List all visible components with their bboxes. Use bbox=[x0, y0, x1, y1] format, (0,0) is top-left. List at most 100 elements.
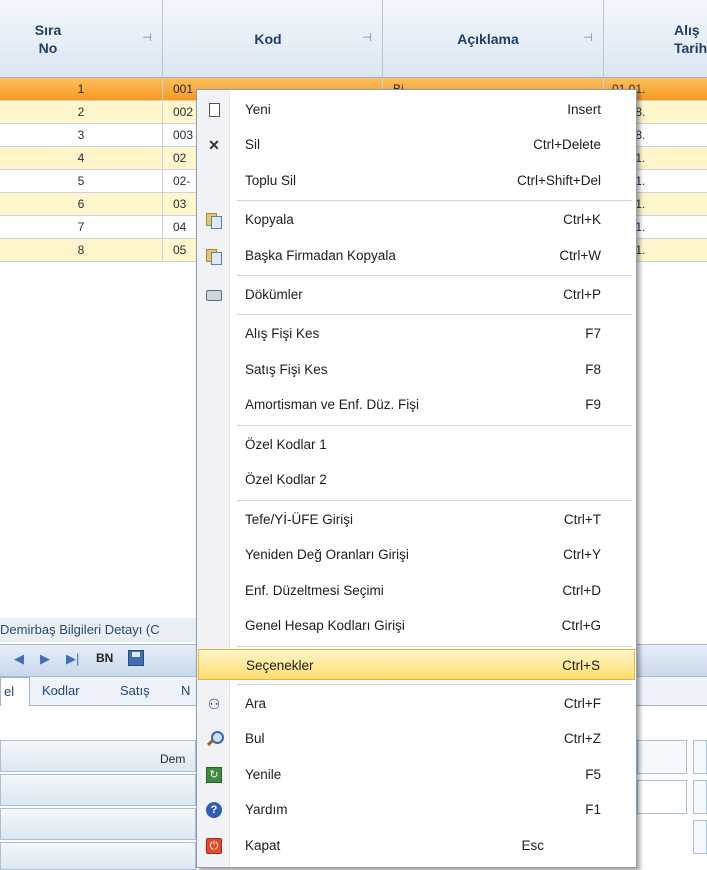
column-label: Kod bbox=[254, 30, 282, 47]
menu-item-label: Enf. Düzeltmesi Seçimi bbox=[245, 583, 384, 598]
cell-sira-no: 3 bbox=[0, 124, 163, 146]
menu-item-yeni[interactable]: Yeni Insert bbox=[199, 94, 634, 125]
cell-sira-no: 5 bbox=[0, 170, 163, 192]
menu-item-ara[interactable]: ⚇ Ara Ctrl+F bbox=[199, 688, 634, 719]
menu-item-shortcut: Ctrl+T bbox=[563, 512, 601, 527]
detail-field[interactable] bbox=[693, 740, 707, 774]
close-icon: ⏻ bbox=[205, 837, 223, 855]
pin-icon[interactable]: ⊣ bbox=[583, 31, 593, 44]
menu-item-satis-fisi-kes[interactable]: Satış Fişi Kes F8 bbox=[199, 354, 634, 385]
menu-item-shortcut: Ctrl+W bbox=[559, 248, 601, 263]
bn-button[interactable]: BN bbox=[96, 651, 113, 665]
menu-item-shortcut: Ctrl+Z bbox=[563, 731, 601, 746]
printer-icon bbox=[205, 286, 223, 304]
copy-icon bbox=[205, 211, 223, 229]
menu-separator bbox=[237, 200, 632, 201]
cell-sira-no: 6 bbox=[0, 193, 163, 215]
menu-item-label: Sil bbox=[245, 137, 261, 152]
previous-record-icon[interactable]: ◀ bbox=[14, 651, 24, 667]
menu-item-shortcut: Insert bbox=[567, 102, 601, 117]
help-icon: ? bbox=[205, 801, 223, 819]
cell-sira-no: 7 bbox=[0, 216, 163, 238]
copy-icon bbox=[205, 247, 223, 265]
tab-genel[interactable]: el bbox=[0, 677, 30, 706]
menu-item-kapat[interactable]: ⏻ Kapat Esc bbox=[199, 830, 634, 861]
column-label: Açıklama bbox=[457, 30, 519, 47]
menu-item-label: Seçenekler bbox=[246, 658, 314, 673]
menu-item-label: Toplu Sil bbox=[245, 173, 297, 188]
menu-item-shortcut: Ctrl+D bbox=[562, 583, 601, 598]
column-label: Alış Tarih bbox=[674, 21, 707, 56]
detail-panel-title: Demirbaş Bilgileri Detayı (C bbox=[0, 618, 210, 642]
menu-item-label: Özel Kodlar 2 bbox=[245, 472, 327, 487]
menu-item-genel-hesap-kodlari[interactable]: Genel Hesap Kodları Girişi Ctrl+G bbox=[199, 610, 634, 641]
menu-item-label: Bul bbox=[245, 731, 265, 746]
column-header-sira-no[interactable]: Sıra No ⊣ bbox=[0, 0, 163, 77]
menu-item-tefe-ufe-girisi[interactable]: Tefe/Yİ-ÜFE Girişi Ctrl+T bbox=[199, 504, 634, 535]
tab-kodlar[interactable]: Kodlar bbox=[42, 677, 80, 705]
column-header-aciklama[interactable]: Açıklama ⊣ bbox=[383, 0, 604, 77]
new-document-icon bbox=[205, 101, 223, 119]
last-record-icon[interactable]: ▶| bbox=[66, 651, 79, 667]
detail-table-row[interactable] bbox=[0, 808, 196, 840]
menu-item-sil[interactable]: ✕ Sil Ctrl+Delete bbox=[199, 129, 634, 160]
column-header-alis-tarihi[interactable]: Alış Tarih bbox=[604, 0, 707, 77]
save-icon[interactable] bbox=[128, 650, 144, 666]
menu-item-baska-firmadan-kopyala[interactable]: Başka Firmadan Kopyala Ctrl+W bbox=[199, 240, 634, 271]
menu-item-label: Amortisman ve Enf. Düz. Fişi bbox=[245, 397, 420, 412]
menu-item-label: Dökümler bbox=[245, 287, 303, 302]
menu-separator bbox=[237, 314, 632, 315]
next-record-icon[interactable]: ▶ bbox=[40, 651, 50, 667]
menu-item-label: Kopyala bbox=[245, 212, 294, 227]
menu-separator bbox=[237, 684, 632, 685]
pin-icon[interactable]: ⊣ bbox=[362, 31, 372, 44]
menu-item-shortcut: Ctrl+Delete bbox=[533, 137, 601, 152]
detail-field[interactable] bbox=[693, 820, 707, 854]
menu-item-dokumler[interactable]: Dökümler Ctrl+P bbox=[199, 279, 634, 310]
menu-item-label: Yardım bbox=[245, 802, 288, 817]
tab-satis[interactable]: Satış bbox=[120, 677, 150, 705]
menu-item-enf-duzeltmesi-secimi[interactable]: Enf. Düzeltmesi Seçimi Ctrl+D bbox=[199, 575, 634, 606]
binoculars-icon: ⚇ bbox=[207, 696, 221, 712]
detail-field[interactable] bbox=[637, 780, 687, 814]
column-header-kod[interactable]: Kod ⊣ bbox=[163, 0, 383, 77]
tab-n[interactable]: N bbox=[181, 677, 190, 705]
menu-separator bbox=[237, 275, 632, 276]
menu-item-secenekler[interactable]: Seçenekler Ctrl+S bbox=[198, 649, 635, 680]
menu-item-shortcut: Esc bbox=[521, 838, 544, 853]
menu-item-shortcut: F1 bbox=[585, 802, 601, 817]
menu-item-yeniden-deg-oranlari[interactable]: Yeniden Değ Oranları Girişi Ctrl+Y bbox=[199, 539, 634, 570]
menu-item-label: Ara bbox=[245, 696, 267, 711]
menu-item-label: Başka Firmadan Kopyala bbox=[245, 248, 396, 263]
menu-item-amortisman[interactable]: Amortisman ve Enf. Düz. Fişi F9 bbox=[199, 389, 634, 420]
detail-table-row[interactable] bbox=[0, 774, 196, 806]
menu-item-ozel-kodlar-1[interactable]: Özel Kodlar 1 bbox=[199, 429, 634, 460]
menu-item-shortcut: F8 bbox=[585, 362, 601, 377]
menu-item-alis-fisi-kes[interactable]: Alış Fişi Kes F7 bbox=[199, 318, 634, 349]
menu-item-shortcut: F9 bbox=[585, 397, 601, 412]
menu-item-label: Özel Kodlar 1 bbox=[245, 437, 327, 452]
menu-item-label: Kapat bbox=[245, 838, 281, 853]
menu-item-toplu-sil[interactable]: Toplu Sil Ctrl+Shift+Del bbox=[199, 165, 634, 196]
grid-header: Sıra No ⊣ Kod ⊣ Açıklama ⊣ Alış Tarih bbox=[0, 0, 707, 78]
refresh-icon: ↻ bbox=[205, 766, 223, 784]
menu-item-ozel-kodlar-2[interactable]: Özel Kodlar 2 bbox=[199, 464, 634, 495]
menu-item-shortcut: Ctrl+F bbox=[563, 696, 601, 711]
menu-item-label: Alış Fişi Kes bbox=[245, 326, 320, 341]
menu-item-label: Satış Fişi Kes bbox=[245, 362, 328, 377]
menu-item-kopyala[interactable]: Kopyala Ctrl+K bbox=[199, 204, 634, 235]
menu-item-yardim[interactable]: ? Yardım F1 bbox=[199, 794, 634, 825]
detail-field[interactable] bbox=[637, 740, 687, 774]
detail-table-header-label: Dem bbox=[160, 752, 186, 766]
detail-table-row[interactable] bbox=[0, 842, 196, 870]
cell-sira-no: 8 bbox=[0, 239, 163, 261]
menu-item-shortcut: Ctrl+Y bbox=[563, 547, 601, 562]
menu-separator bbox=[237, 646, 632, 647]
pin-icon[interactable]: ⊣ bbox=[142, 31, 152, 44]
menu-item-shortcut: Ctrl+K bbox=[563, 212, 601, 227]
menu-item-yenile[interactable]: ↻ Yenile F5 bbox=[199, 759, 634, 790]
detail-field[interactable] bbox=[693, 780, 707, 814]
menu-item-label: Yeni bbox=[245, 102, 271, 117]
cell-sira-no: 2 bbox=[0, 101, 163, 123]
menu-item-bul[interactable]: Bul Ctrl+Z bbox=[199, 723, 634, 754]
